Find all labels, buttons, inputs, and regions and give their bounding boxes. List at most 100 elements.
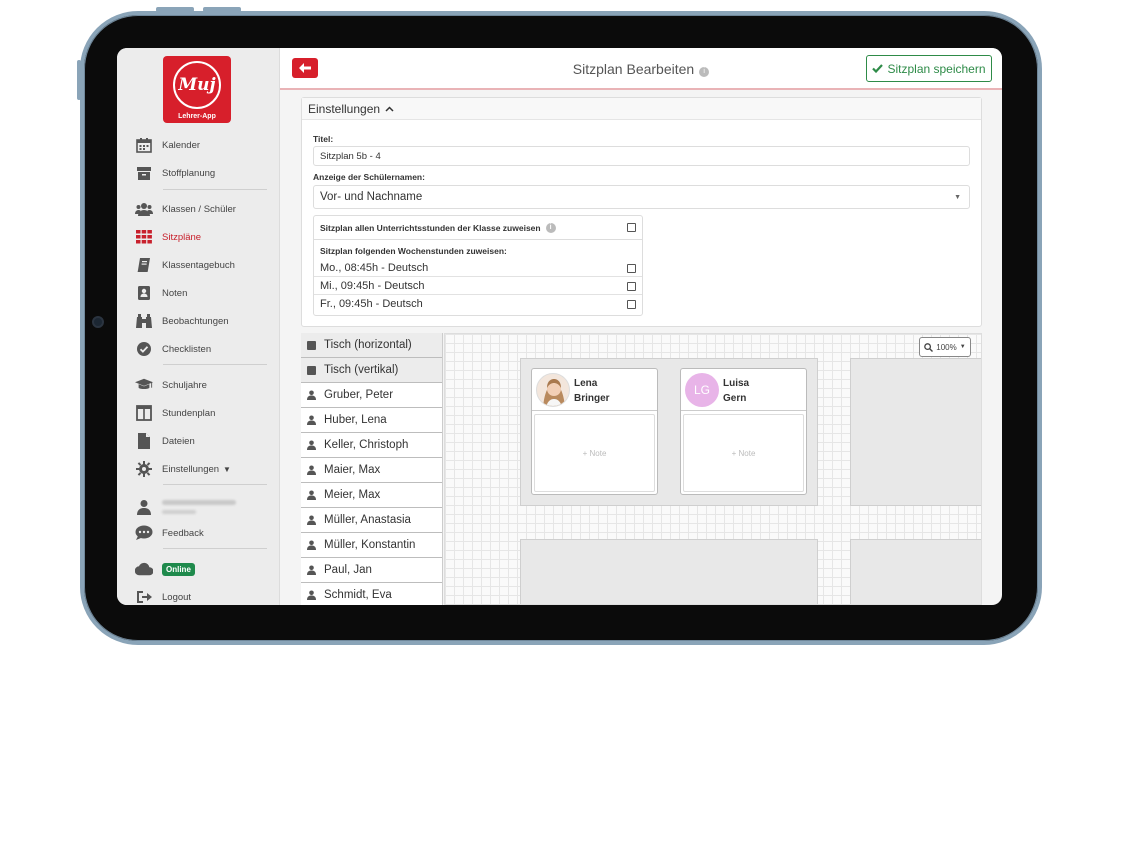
grade-book-icon [135, 284, 153, 302]
back-button[interactable] [292, 58, 318, 78]
sidebar-item-einstellungen[interactable]: Einstellungen ▼ [135, 458, 231, 480]
lesson-row[interactable]: Mo., 08:45h - Deutsch [314, 259, 642, 277]
sidebar-item-label: Feedback [162, 527, 204, 539]
title-input[interactable]: Sitzplan 5b - 4 [313, 146, 970, 166]
lesson-checkbox[interactable] [627, 282, 636, 291]
lesson-checkbox[interactable] [627, 300, 636, 309]
list-item-table-vertical[interactable]: Tisch (vertikal) [301, 358, 442, 383]
list-item[interactable]: Paul, Jan [301, 558, 442, 583]
save-button-label: Sitzplan speichern [887, 61, 986, 76]
title-label: Titel: [313, 134, 334, 144]
list-item[interactable]: Müller, Konstantin [301, 533, 442, 558]
caret-down-icon: ▼ [959, 344, 966, 350]
user-icon [135, 498, 153, 516]
avatar [536, 373, 570, 407]
logo-mark: Muj [173, 61, 221, 109]
info-icon[interactable]: i [545, 222, 556, 233]
sidebar-item-beobachtungen[interactable]: Beobachtungen [135, 310, 229, 332]
sidebar-item-stoffplanung[interactable]: Stoffplanung [135, 162, 215, 184]
calendar-icon [135, 136, 153, 154]
lesson-row[interactable]: Mi., 09:45h - Deutsch [314, 277, 642, 295]
timetable-icon [135, 404, 153, 422]
user-icon [307, 440, 316, 450]
book-icon [135, 256, 153, 274]
sidebar: Muj Lehrer-App Kalender Stoffplanung Kla… [117, 48, 280, 605]
names-label: Anzeige der Schülernamen: [313, 172, 425, 182]
logout-icon [135, 588, 153, 605]
seat-card[interactable]: Lena Bringer + Note [531, 368, 658, 495]
sidebar-item-klassentagebuch[interactable]: Klassentagebuch [135, 254, 235, 276]
sidebar-item-logout[interactable]: Logout [135, 586, 191, 605]
list-item[interactable]: Meier, Max [301, 483, 442, 508]
info-icon[interactable]: i [699, 67, 710, 77]
list-item[interactable]: Maier, Max [301, 458, 442, 483]
settings-panel: Einstellungen Titel: Sitzplan 5b - 4 Anz… [301, 97, 982, 327]
student-first-name: Luisa [723, 378, 750, 389]
app-logo[interactable]: Muj Lehrer-App [163, 56, 231, 123]
list-item-label: Meier, Max [324, 489, 381, 501]
sidebar-item-online: Online [135, 558, 195, 580]
sidebar-item-kalender[interactable]: Kalender [135, 134, 200, 156]
sidebar-item-checklisten[interactable]: Checklisten [135, 338, 211, 360]
sidebar-item-label: Dateien [162, 435, 195, 447]
desk-group[interactable] [850, 539, 981, 604]
avatar: LG [685, 373, 719, 407]
add-note-button[interactable]: + Note [683, 414, 804, 492]
online-badge: Online [162, 562, 195, 576]
list-item-table-horizontal[interactable]: Tisch (horizontal) [301, 333, 442, 358]
save-button[interactable]: Sitzplan speichern [866, 55, 992, 82]
lesson-label: Mo., 08:45h - Deutsch [320, 261, 429, 274]
assign-all-label: Sitzplan allen Unterrichtsstunden der Kl… [320, 222, 541, 233]
student-last-name: Gern [723, 393, 747, 404]
zoom-dropdown[interactable]: 100% ▼ [919, 337, 971, 357]
grid-icon [135, 228, 153, 246]
graduation-cap-icon [135, 376, 153, 394]
seating-canvas[interactable]: Lena Bringer + Note LG Luisa Gern + Note… [444, 333, 982, 605]
assign-some-heading: Sitzplan folgenden Wochenstunden zuweise… [320, 246, 507, 256]
assign-all-checkbox[interactable] [627, 223, 636, 232]
seat-card[interactable]: LG Luisa Gern + Note [680, 368, 807, 495]
list-item-label: Huber, Lena [324, 414, 387, 426]
list-item[interactable]: Gruber, Peter [301, 383, 442, 408]
assign-all-row[interactable]: Sitzplan allen Unterrichtsstunden der Kl… [314, 216, 642, 240]
sidebar-item-noten[interactable]: Noten [135, 282, 187, 304]
list-item[interactable]: Keller, Christoph [301, 433, 442, 458]
lesson-row[interactable]: Fr., 09:45h - Deutsch [314, 295, 642, 313]
lesson-checkbox[interactable] [627, 264, 636, 273]
sidebar-item-label: Beobachtungen [162, 315, 229, 327]
user-icon [307, 515, 316, 525]
list-item-label: Müller, Konstantin [324, 539, 416, 551]
table-icon [307, 365, 316, 375]
desk-group[interactable] [850, 358, 981, 506]
divider [163, 484, 267, 485]
sidebar-user[interactable] [135, 494, 236, 520]
user-icon [307, 490, 316, 500]
list-item-label: Schmidt, Eva [324, 589, 392, 601]
list-item[interactable]: Müller, Anastasia [301, 508, 442, 533]
sidebar-item-label: Schuljahre [162, 379, 207, 391]
sidebar-item-label: Noten [162, 287, 188, 299]
page-header: Sitzplan Bearbeiten i Sitzplan speichern [280, 48, 1002, 90]
chevron-down-icon: ▼ [223, 464, 231, 474]
names-select[interactable]: Vor- und Nachname ▼ [313, 185, 970, 209]
list-item[interactable]: Schmidt, Eva [301, 583, 442, 605]
sidebar-item-stundenplan[interactable]: Stundenplan [135, 402, 215, 424]
cloud-icon [135, 560, 153, 578]
sidebar-item-label: Logout [162, 591, 192, 603]
list-item[interactable]: Huber, Lena [301, 408, 442, 433]
settings-toggle[interactable]: Einstellungen [302, 98, 981, 120]
sidebar-item-sitzplaene[interactable]: Sitzpläne [135, 226, 201, 248]
app-screen: Muj Lehrer-App Kalender Stoffplanung Kla… [117, 48, 1002, 605]
desk-group[interactable] [520, 539, 818, 604]
users-icon [135, 200, 153, 218]
camera-icon [92, 316, 104, 328]
sidebar-item-dateien[interactable]: Dateien [135, 430, 195, 452]
sidebar-item-label: Sitzpläne [162, 231, 202, 243]
add-note-button[interactable]: + Note [534, 414, 655, 492]
list-item-label: Müller, Anastasia [324, 514, 411, 526]
list-item-label: Tisch (horizontal) [324, 339, 412, 351]
sidebar-item-schuljahre[interactable]: Schuljahre [135, 374, 207, 396]
sidebar-item-feedback[interactable]: Feedback [135, 522, 204, 544]
check-icon [872, 64, 884, 73]
sidebar-item-klassen[interactable]: Klassen / Schüler [135, 198, 236, 220]
